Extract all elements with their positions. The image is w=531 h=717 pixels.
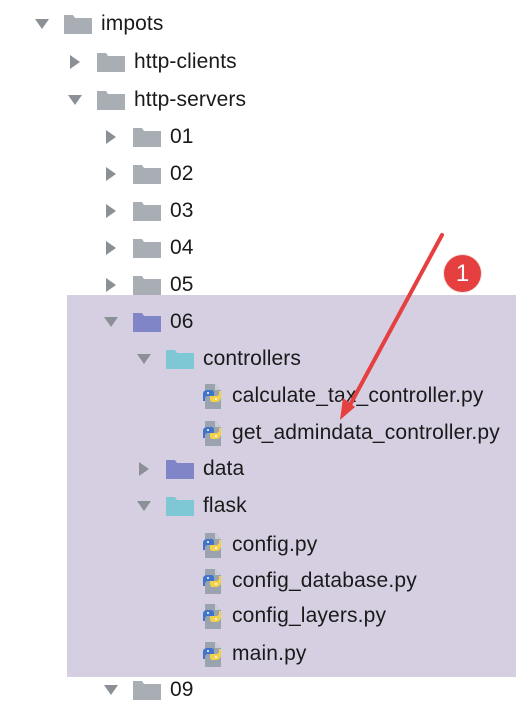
chevron-right-icon[interactable] [102, 276, 120, 294]
tree-item-label: controllers [203, 347, 301, 370]
tree-item-label: get_admindata_controller.py [232, 421, 500, 444]
tree-item-data[interactable]: data [135, 454, 244, 484]
python-file-icon [201, 603, 225, 629]
chevron-right-icon[interactable] [102, 239, 120, 257]
folder-icon [97, 52, 125, 72]
tree-item-http-clients[interactable]: http-clients [66, 47, 237, 77]
folder-icon [133, 312, 161, 332]
tree-item-label: http-servers [134, 88, 247, 111]
tree-item-http-servers[interactable]: http-servers [66, 85, 246, 115]
chevron-down-icon[interactable] [102, 313, 120, 331]
chevron-down-icon[interactable] [135, 497, 153, 515]
tree-item-04[interactable]: 04 [102, 233, 194, 263]
folder-icon [133, 275, 161, 295]
tree-item-label: 09 [170, 678, 194, 701]
tree-item-label: calculate_tax_controller.py [232, 384, 484, 407]
python-file-icon [201, 532, 225, 558]
tree-item-03[interactable]: 03 [102, 196, 194, 226]
python-file-icon [201, 383, 225, 409]
folder-icon [166, 496, 194, 516]
folder-icon [133, 680, 161, 700]
chevron-right-icon[interactable] [135, 460, 153, 478]
tree-item-config[interactable]: config.py [201, 530, 317, 560]
tree-item-label: 02 [170, 162, 194, 185]
tree-item-label: flask [203, 494, 247, 517]
tree-item-get-admindata-controller[interactable]: get_admindata_controller.py [201, 418, 500, 448]
tree-item-config-layers[interactable]: config_layers.py [201, 601, 386, 631]
chevron-right-icon[interactable] [102, 202, 120, 220]
annotation-marker: 1 [444, 255, 481, 292]
tree-item-main[interactable]: main.py [201, 639, 307, 669]
python-file-icon [201, 420, 225, 446]
tree-item-label: 01 [170, 125, 194, 148]
folder-icon [133, 164, 161, 184]
tree-item-06[interactable]: 06 [102, 307, 194, 337]
folder-icon [64, 14, 92, 34]
chevron-right-icon[interactable] [102, 165, 120, 183]
python-file-icon [201, 641, 225, 667]
folder-icon [133, 238, 161, 258]
tree-item-05[interactable]: 05 [102, 270, 194, 300]
folder-icon [133, 127, 161, 147]
folder-icon [97, 90, 125, 110]
tree-item-label: impots [101, 12, 164, 35]
tree-item-label: data [203, 457, 245, 480]
tree-item-config-database[interactable]: config_database.py [201, 566, 417, 596]
tree-item-controllers[interactable]: controllers [135, 344, 301, 374]
tree-item-label: main.py [232, 642, 307, 665]
chevron-down-icon[interactable] [102, 681, 120, 699]
tree-item-label: 06 [170, 310, 194, 333]
project-tree-screenshot: impots http-clients http-servers 01 02 0… [0, 0, 531, 717]
tree-item-label: config_layers.py [232, 604, 387, 627]
tree-item-label: 04 [170, 236, 194, 259]
tree-item-impots[interactable]: impots [33, 9, 163, 39]
folder-icon [166, 349, 194, 369]
tree-item-label: config_database.py [232, 569, 417, 592]
tree-item-flask[interactable]: flask [135, 491, 247, 521]
chevron-down-icon[interactable] [33, 15, 51, 33]
folder-icon [133, 201, 161, 221]
chevron-down-icon[interactable] [135, 350, 153, 368]
tree-item-label: 05 [170, 273, 194, 296]
python-file-icon [201, 568, 225, 594]
tree-item-09[interactable]: 09 [102, 675, 194, 705]
tree-item-label: http-clients [134, 50, 237, 73]
chevron-right-icon[interactable] [102, 128, 120, 146]
folder-icon [166, 459, 194, 479]
tree-item-01[interactable]: 01 [102, 122, 194, 152]
chevron-down-icon[interactable] [66, 91, 84, 109]
tree-item-02[interactable]: 02 [102, 159, 194, 189]
tree-item-label: config.py [232, 533, 318, 556]
chevron-right-icon[interactable] [66, 53, 84, 71]
tree-item-label: 03 [170, 199, 194, 222]
tree-item-calculate-tax-controller[interactable]: calculate_tax_controller.py [201, 381, 484, 411]
